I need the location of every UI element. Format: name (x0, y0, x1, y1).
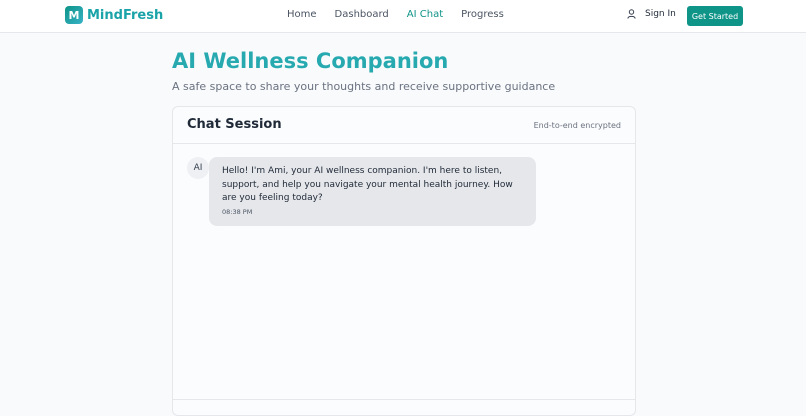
message-text: Hello! I'm Ami, your AI wellness compani… (222, 166, 513, 203)
nav-link-ai-chat[interactable]: AI Chat (407, 9, 443, 20)
sign-in-label: Sign In (645, 9, 676, 19)
encryption-note: End-to-end encrypted (533, 121, 621, 130)
sign-in-link[interactable]: Sign In (627, 9, 676, 19)
composer-divider (173, 399, 635, 400)
brand-name: MindFresh (87, 7, 164, 23)
nav-link-dashboard[interactable]: Dashboard (335, 9, 389, 20)
main-nav: Home Dashboard AI Chat Progress (287, 9, 522, 20)
page-subtitle: A safe space to share your thoughts and … (172, 80, 556, 93)
ai-avatar: AI (187, 157, 209, 179)
brand-logo: M (65, 6, 83, 24)
message-timestamp: 08:38 PM (222, 207, 253, 216)
message-bubble: Hello! I'm Ami, your AI wellness compani… (209, 157, 536, 226)
get-started-button[interactable]: Get Started (687, 6, 743, 26)
brand[interactable]: M MindFresh (65, 6, 163, 24)
chat-card: Chat Session End-to-end encrypted AI Hel… (172, 106, 636, 416)
chat-message: AI Hello! I'm Ami, your AI wellness comp… (187, 157, 536, 226)
nav-link-home[interactable]: Home (287, 9, 317, 20)
chat-card-header: Chat Session End-to-end encrypted (173, 107, 635, 144)
user-icon (627, 9, 636, 19)
nav-link-progress[interactable]: Progress (461, 9, 504, 20)
chat-session-title: Chat Session (187, 117, 282, 132)
page-title: AI Wellness Companion (172, 49, 449, 73)
top-navbar: M MindFresh Home Dashboard AI Chat Progr… (0, 0, 806, 33)
